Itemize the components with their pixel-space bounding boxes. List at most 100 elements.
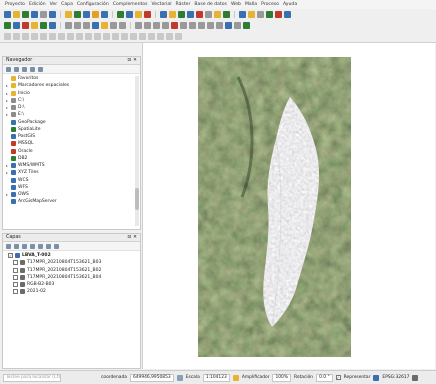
- layer-item[interactable]: ✓ LBVA_T-002: [5, 252, 140, 259]
- toolbar-button-icon[interactable]: [216, 21, 223, 29]
- toolbar-button-icon[interactable]: [13, 32, 20, 40]
- scrollbar-thumb[interactable]: [135, 188, 139, 210]
- properties-icon[interactable]: [30, 66, 35, 72]
- toolbar-button-icon[interactable]: [178, 10, 185, 18]
- menu-item[interactable]: Web: [231, 2, 241, 7]
- toolbar-button-icon[interactable]: [103, 32, 110, 40]
- navigator-item[interactable]: ▸ XYZ Tiles: [5, 169, 140, 176]
- expand-arrow-icon[interactable]: ▸: [5, 112, 9, 117]
- toolbar-button-icon[interactable]: [49, 32, 56, 40]
- toolbar-button-icon[interactable]: [153, 21, 160, 29]
- toolbar-button-icon[interactable]: [31, 21, 38, 29]
- navigator-item[interactable]: ▸ E:\: [5, 111, 140, 118]
- toolbar-button-icon[interactable]: [196, 10, 203, 18]
- toolbar-button-icon[interactable]: [225, 21, 232, 29]
- toolbar-button-icon[interactable]: [239, 10, 246, 18]
- navigator-item[interactable]: PostGIS: [5, 133, 140, 140]
- menu-item[interactable]: Ayuda: [283, 2, 297, 7]
- expand-arrow-icon[interactable]: ▸: [5, 83, 9, 88]
- toolbar-button-icon[interactable]: [22, 32, 29, 40]
- toolbar-button-icon[interactable]: [189, 21, 196, 29]
- toolbar-button-icon[interactable]: [13, 10, 20, 18]
- navigator-close-button[interactable]: ⊡ ✕: [127, 58, 137, 63]
- toolbar-button-icon[interactable]: [31, 10, 38, 18]
- locator-search-input[interactable]: Teclee para localizar (Ctrl+K): [3, 373, 61, 382]
- toolbar-button-icon[interactable]: [175, 32, 182, 40]
- toolbar-button-icon[interactable]: [92, 10, 99, 18]
- layer-item[interactable]: T17MPR_20210804T153621_B02: [5, 267, 140, 274]
- toolbar-button-icon[interactable]: [135, 21, 142, 29]
- menu-item[interactable]: Proyecto: [5, 2, 25, 7]
- toolbar-button-icon[interactable]: [40, 21, 47, 29]
- toolbar-button-icon[interactable]: [58, 32, 65, 40]
- toolbar-button-icon[interactable]: [130, 32, 137, 40]
- toolbar-button-icon[interactable]: [4, 10, 11, 18]
- toolbar-button-icon[interactable]: [40, 10, 47, 18]
- layer-visibility-checkbox[interactable]: [13, 260, 18, 266]
- toolbar-button-icon[interactable]: [144, 21, 151, 29]
- expand-arrow-icon[interactable]: ▸: [5, 98, 9, 103]
- filter-icon[interactable]: [14, 66, 19, 72]
- toolbar-button-icon[interactable]: [119, 21, 126, 29]
- layer-visibility-checkbox[interactable]: [13, 267, 18, 273]
- collapse-icon[interactable]: [22, 66, 27, 72]
- expand-arrow-icon[interactable]: ▸: [5, 192, 9, 197]
- messages-icon[interactable]: [412, 374, 419, 381]
- navigator-item[interactable]: Oracle: [5, 148, 140, 155]
- toolbar-button-icon[interactable]: [40, 32, 47, 40]
- toolbar-button-icon[interactable]: [49, 21, 56, 29]
- menu-item[interactable]: Capa: [61, 2, 73, 7]
- toolbar-button-icon[interactable]: [157, 32, 164, 40]
- toolbar-button-icon[interactable]: [187, 10, 194, 18]
- toolbar-button-icon[interactable]: [144, 10, 151, 18]
- toolbar-button-icon[interactable]: [214, 10, 221, 18]
- navigator-item[interactable]: ▸ WMS/WMTS: [5, 162, 140, 169]
- expand-arrow-icon[interactable]: ▸: [5, 163, 9, 168]
- toolbar-button-icon[interactable]: [266, 10, 273, 18]
- navigator-item[interactable]: ▸ C:\: [5, 97, 140, 104]
- expand-arrow-icon[interactable]: ▸: [5, 105, 9, 110]
- toolbar-button-icon[interactable]: [198, 21, 205, 29]
- navigator-item[interactable]: ▸ Inicio: [5, 90, 140, 97]
- toolbar-button-icon[interactable]: [205, 10, 212, 18]
- toolbar-button-icon[interactable]: [243, 21, 250, 29]
- toolbar-button-icon[interactable]: [171, 21, 178, 29]
- toolbar-button-icon[interactable]: [94, 32, 101, 40]
- navigator-item[interactable]: ArcGisMapServer: [5, 198, 140, 205]
- toolbar-button-icon[interactable]: [180, 21, 187, 29]
- toolbar-button-icon[interactable]: [223, 10, 230, 18]
- lock-scale-icon[interactable]: [232, 374, 239, 381]
- coordinate-field[interactable]: 649946,9950853: [129, 373, 174, 382]
- expand-arrow-icon[interactable]: ▸: [5, 170, 9, 175]
- navigator-item[interactable]: ▸ D:\: [5, 104, 140, 111]
- layer-item[interactable]: T17MPR_20210804T153621_B03: [5, 259, 140, 266]
- toggle-extents-icon[interactable]: [176, 374, 183, 381]
- layer-visibility-checkbox[interactable]: [13, 274, 18, 280]
- toolbar-button-icon[interactable]: [31, 32, 38, 40]
- toolbar-button-icon[interactable]: [257, 10, 264, 18]
- toolbar-button-icon[interactable]: [148, 32, 155, 40]
- map-canvas[interactable]: [142, 43, 435, 369]
- expand-all-icon[interactable]: [38, 243, 43, 249]
- scale-combo[interactable]: 1:104123: [202, 373, 230, 382]
- menu-item[interactable]: Ráster: [176, 2, 191, 7]
- render-checkbox[interactable]: ✓: [335, 375, 341, 380]
- navigator-item[interactable]: WFS: [5, 184, 140, 191]
- navigator-item[interactable]: ▸ Marcadores espaciales: [5, 82, 140, 89]
- toolbar-button-icon[interactable]: [83, 10, 90, 18]
- menu-item[interactable]: Base de datos: [194, 2, 227, 7]
- toolbar-button-icon[interactable]: [67, 32, 74, 40]
- layer-item[interactable]: T17MPR_20210804T153621_B04: [5, 274, 140, 281]
- expand-arrow-icon[interactable]: ▸: [5, 91, 9, 96]
- toolbar-button-icon[interactable]: [112, 32, 119, 40]
- toolbar-button-icon[interactable]: [284, 10, 291, 18]
- menu-item[interactable]: Complementos: [113, 2, 148, 7]
- toolbar-button-icon[interactable]: [65, 10, 72, 18]
- toolbar-button-icon[interactable]: [139, 32, 146, 40]
- menu-item[interactable]: Proceso: [261, 2, 279, 7]
- toolbar-button-icon[interactable]: [135, 10, 142, 18]
- help-icon[interactable]: [38, 66, 43, 72]
- toolbar-button-icon[interactable]: [83, 21, 90, 29]
- rotation-field[interactable]: 0.0 °: [316, 373, 333, 382]
- toolbar-button-icon[interactable]: [207, 21, 214, 29]
